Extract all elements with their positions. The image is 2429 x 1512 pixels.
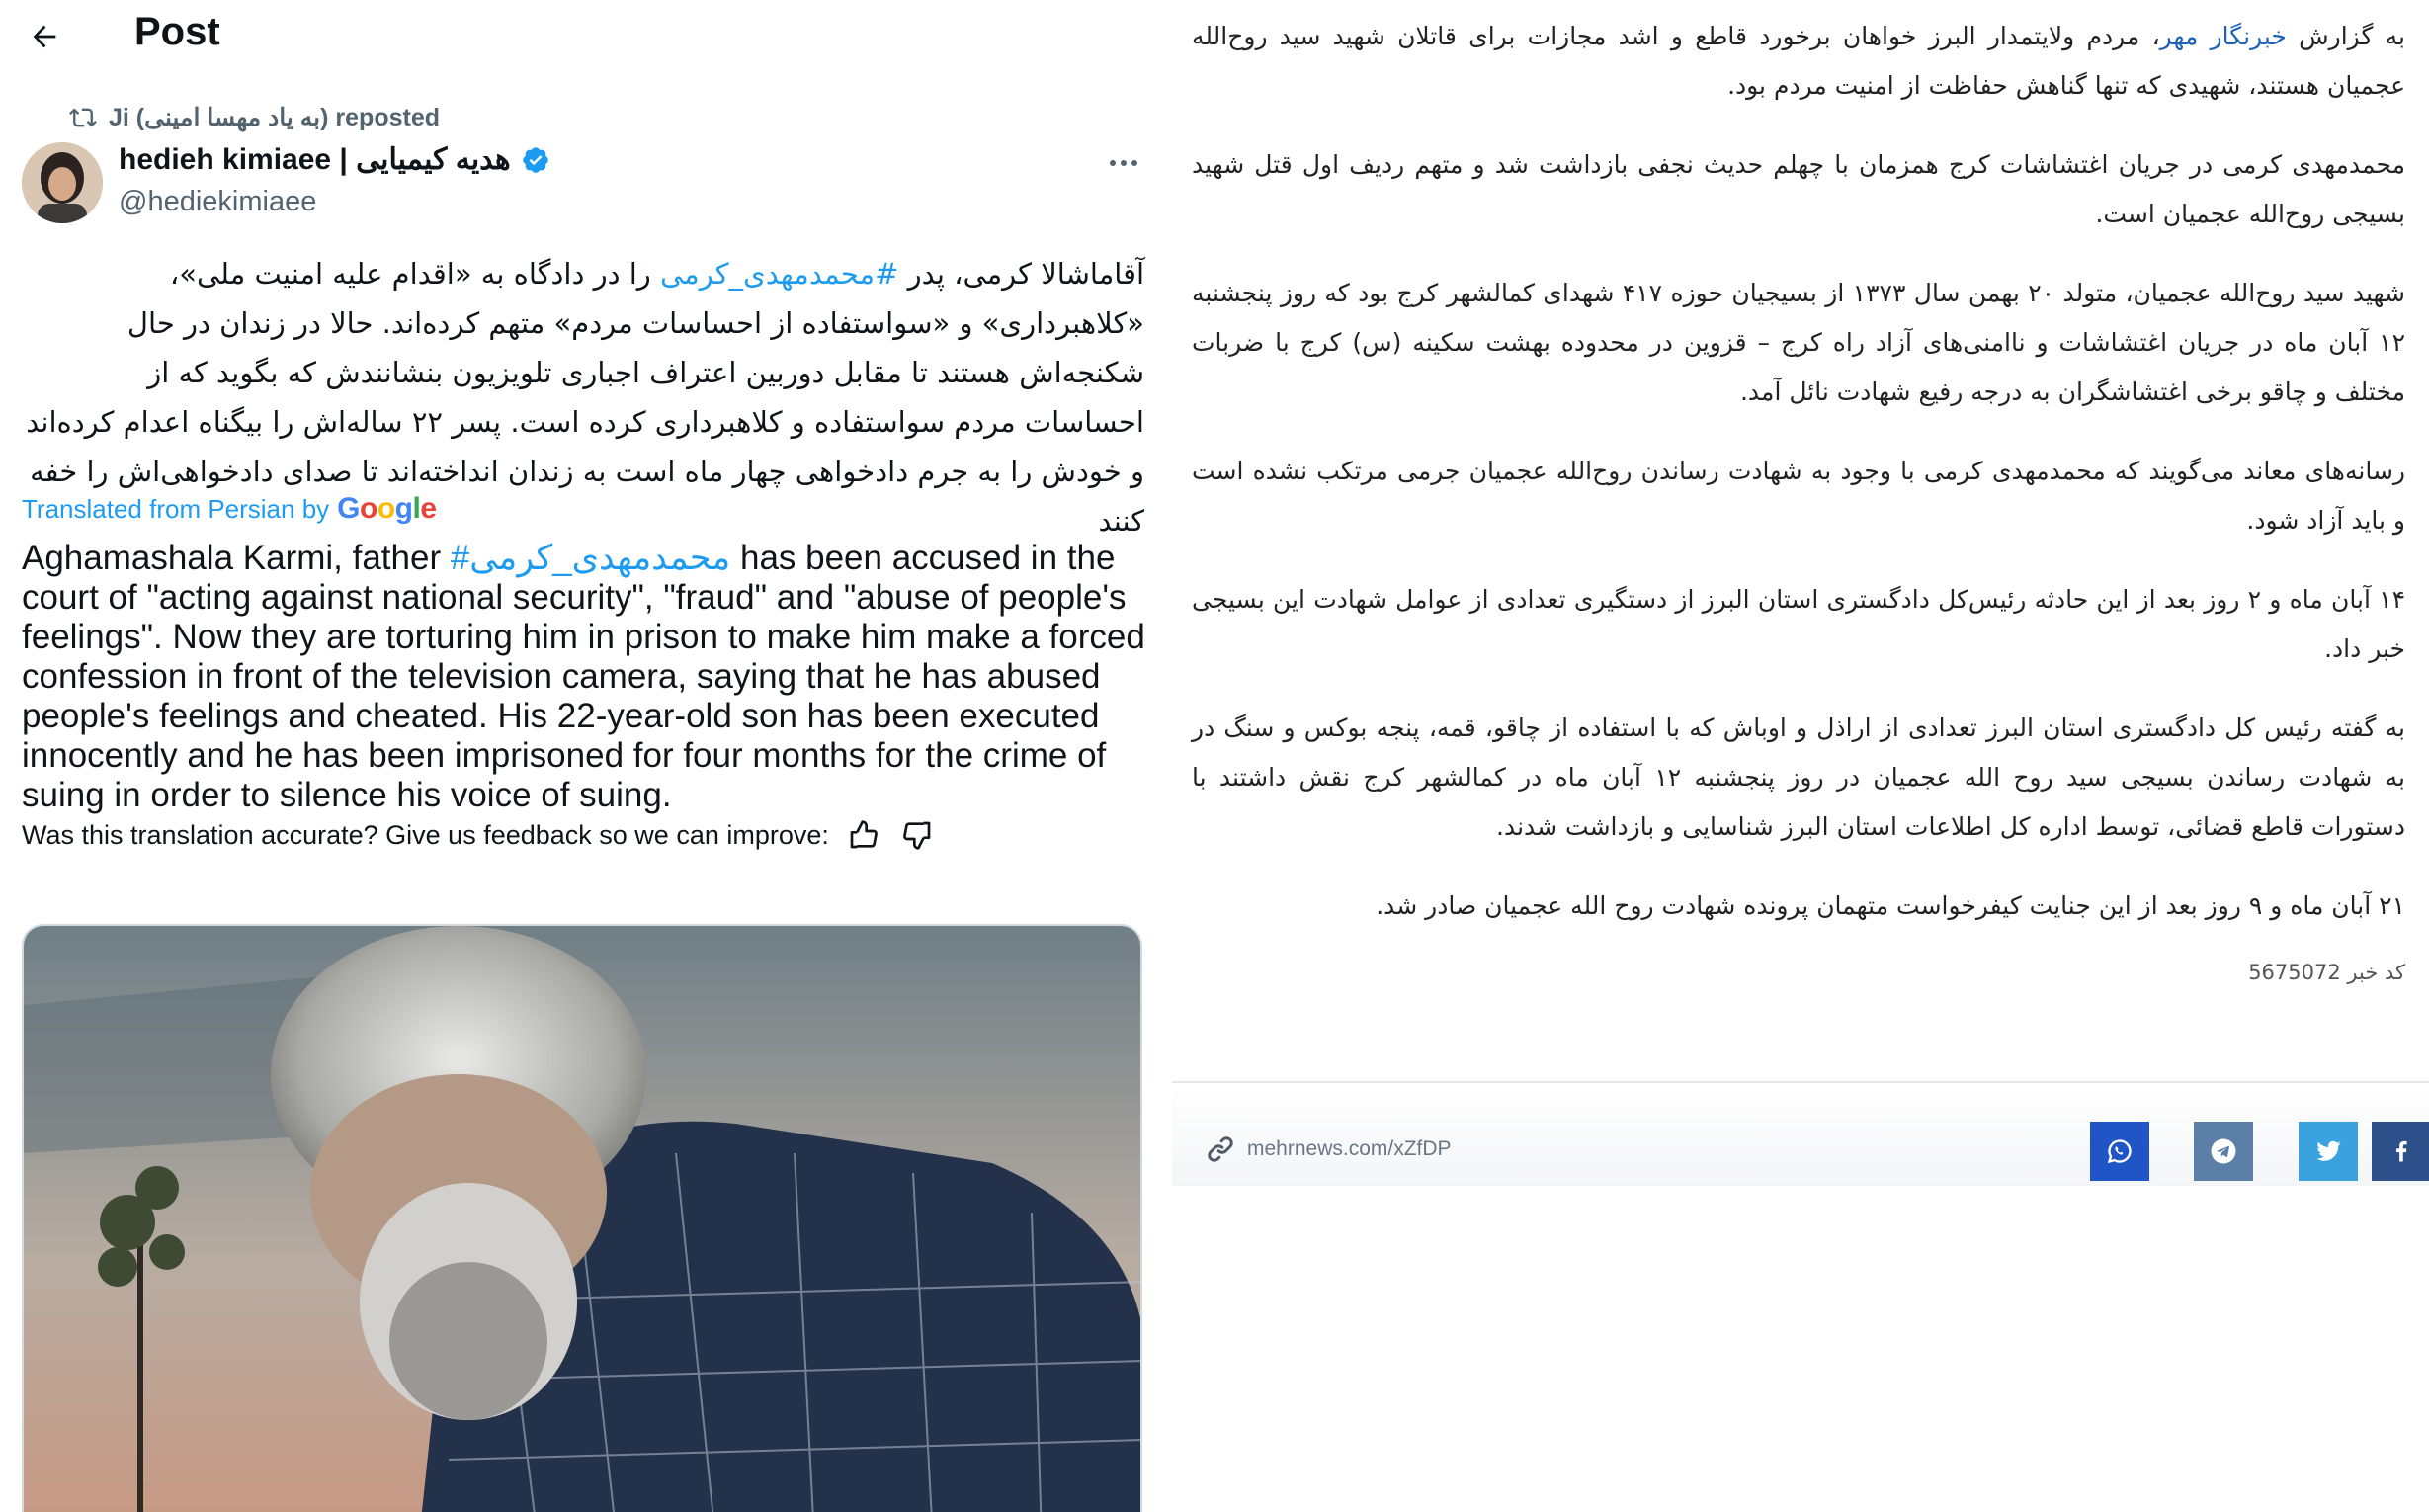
post-header: Post	[0, 0, 1162, 71]
author-handle[interactable]: @hediekimiaee	[119, 186, 316, 218]
thumbs-down-icon	[902, 821, 931, 850]
repost-indicator[interactable]: Ji (به یاد مهسا امینی) reposted	[69, 101, 440, 134]
google-logo: Google	[337, 492, 437, 525]
reporter-link[interactable]: خبرنگار مهر	[2160, 22, 2287, 50]
article-paragraph-5: ۱۴ آبان ماه و ۲ روز بعد از این حادثه رئی…	[1192, 585, 2405, 663]
repost-label: Ji (به یاد مهسا امینی) reposted	[109, 104, 440, 131]
telegram-icon	[2211, 1138, 2236, 1164]
post-text-en-part1: Aghamashala Karmi, father	[22, 539, 451, 577]
translation-feedback: Was this translation accurate? Give us f…	[22, 816, 936, 854]
facebook-icon	[2395, 1140, 2407, 1162]
link-icon	[1208, 1136, 1233, 1162]
article-paragraph-2: محمدمهدی کرمی در جریان اغتشاشات کرج همزم…	[1192, 150, 2405, 228]
page-title: Post	[134, 10, 220, 53]
author-name[interactable]: hedieh kimiaee | هدیه کیمیایی	[119, 142, 511, 177]
article-body: به گزارش خبرنگار مهر، مردم ولایتمدار الب…	[1192, 12, 2405, 961]
article-paragraph-1: به گزارش خبرنگار مهر، مردم ولایتمدار الب…	[1192, 12, 2405, 111]
post-text-en-part2: has been accused in the court of "acting…	[22, 539, 1145, 814]
feedback-text: Was this translation accurate? Give us f…	[22, 819, 829, 850]
thumbs-up-icon	[850, 820, 878, 849]
more-options-button[interactable]	[1099, 146, 1148, 180]
article-paragraph-3: شهید سید روح‌الله عجمیان، متولد ۲۰ بهمن …	[1192, 279, 2405, 406]
share-telegram-button[interactable]	[2194, 1122, 2253, 1181]
hashtag-link-translated[interactable]: #محمدمهدی_کرمی	[451, 539, 730, 577]
post-pane: Post Ji (به یاد مهسا امینی) reposted hed…	[0, 0, 1162, 1512]
share-twitter-button[interactable]	[2299, 1122, 2358, 1181]
article-paragraph-6: به گفته رئیس کل دادگستری استان البرز تعد…	[1192, 714, 2405, 841]
short-link-text[interactable]: mehrnews.com/xZfDP	[1247, 1137, 1452, 1161]
more-icon	[1110, 160, 1137, 166]
share-whatsapp-button[interactable]	[2090, 1122, 2149, 1181]
back-button[interactable]	[22, 14, 67, 59]
thumbs-down-button[interactable]	[898, 816, 936, 854]
article-paragraph-7: ۲۱ آبان ماه و ۹ روز بعد از این جنایت کیف…	[1376, 891, 2405, 920]
short-link[interactable]: mehrnews.com/xZfDP	[1206, 1134, 1452, 1164]
thumbs-up-button[interactable]	[845, 816, 882, 854]
repost-icon	[69, 108, 97, 127]
arrow-left-icon	[33, 25, 56, 48]
translated-label: Translated from Persian by	[22, 493, 330, 524]
article-pane: به گزارش خبرنگار مهر، مردم ولایتمدار الب…	[1172, 0, 2429, 1512]
verified-badge-icon	[522, 146, 548, 173]
translation-attribution[interactable]: Translated from Persian by Google	[22, 492, 437, 526]
twitter-icon	[2316, 1140, 2341, 1161]
post-text-fa-part1: آقاماشالا کرمی، پدر	[898, 257, 1144, 291]
article-p1-prefix: به گزارش	[2286, 22, 2405, 50]
post-text-translated: Aghamashala Karmi, father #محمدمهدی_کرمی…	[22, 539, 1148, 815]
post-media-image[interactable]	[22, 924, 1142, 1512]
article-paragraph-4: رسانه‌های معاند می‌گویند که محمدمهدی کرم…	[1192, 457, 2405, 535]
share-facebook-button[interactable]	[2372, 1122, 2429, 1181]
news-code: کد خبر 5675072	[2248, 961, 2405, 984]
whatsapp-icon	[2107, 1139, 2132, 1164]
avatar[interactable]	[22, 142, 103, 223]
hashtag-link[interactable]: #محمدمهدی_کرمی	[660, 257, 898, 291]
author-name-row[interactable]: hedieh kimiaee | هدیه کیمیایی	[119, 142, 550, 177]
